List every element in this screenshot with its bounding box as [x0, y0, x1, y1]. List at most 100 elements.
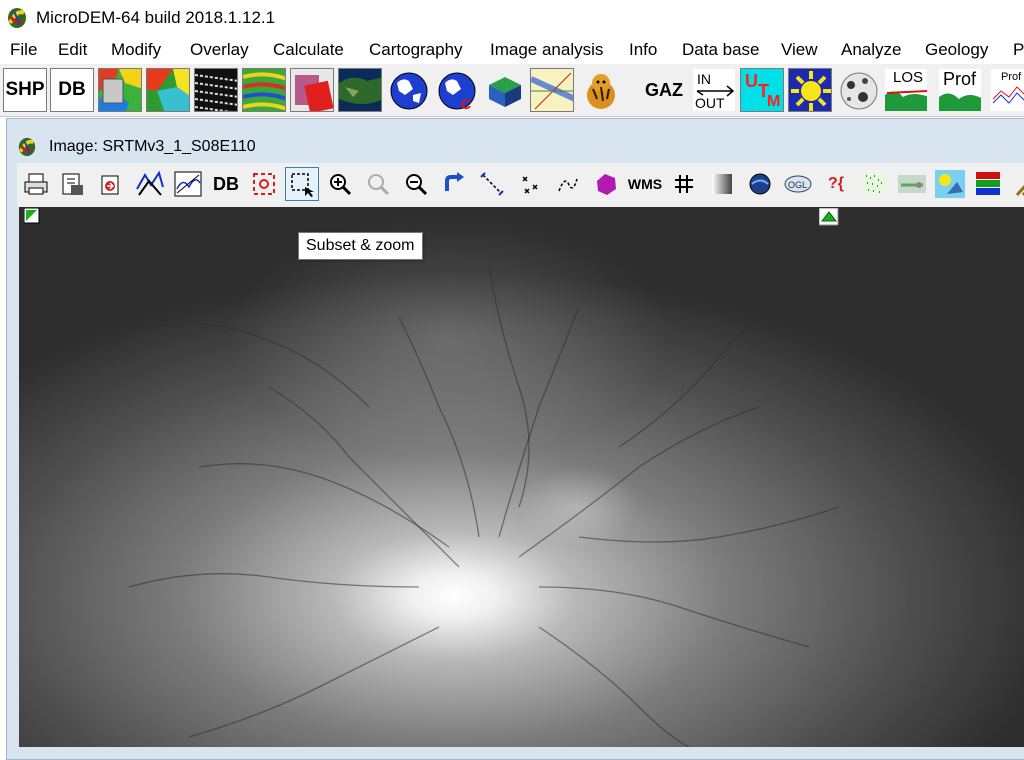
more-tools-button[interactable]	[1009, 167, 1024, 201]
globe-c-icon: C	[438, 72, 476, 112]
globe-c-button[interactable]: C	[434, 68, 478, 112]
scatter-points-icon	[522, 176, 538, 194]
copy-clipboard-icon	[101, 175, 119, 195]
wms-button[interactable]: WMS	[625, 167, 665, 201]
noise-texture-icon	[195, 69, 237, 111]
query-button[interactable]: ?{	[819, 167, 853, 201]
multi-profile-button[interactable]: Prof	[990, 68, 1024, 112]
moon-button[interactable]	[836, 68, 880, 112]
region-button[interactable]	[589, 167, 623, 201]
main-toolbar: SHP DB C GAZ IN OUT U T M LOS Prof Prof	[0, 64, 1024, 117]
copy-image-button[interactable]	[93, 167, 127, 201]
line-of-sight-icon	[885, 90, 927, 111]
landsat-button[interactable]	[338, 68, 382, 112]
tiger-button[interactable]	[578, 68, 622, 112]
contour-button[interactable]	[171, 167, 205, 201]
menu-data-base[interactable]: Data base	[682, 40, 760, 60]
subset-select-icon	[291, 173, 314, 197]
dem-image-canvas[interactable]	[19, 207, 1024, 747]
magnifier-icon	[368, 174, 390, 196]
stripes-button[interactable]	[242, 68, 286, 112]
database-overlay-button[interactable]: DB	[209, 167, 243, 201]
grid-icon	[675, 175, 693, 193]
menu-file[interactable]: File	[10, 40, 37, 60]
menu-edit[interactable]: Edit	[58, 40, 87, 60]
db-button[interactable]: DB	[50, 68, 94, 112]
block-diagram-icon	[489, 77, 521, 107]
menu-image-analysis[interactable]: Image analysis	[490, 40, 603, 60]
earth-sphere-icon	[749, 173, 771, 195]
world-globe-button[interactable]	[386, 68, 430, 112]
profile-icon	[939, 93, 981, 111]
utm-button[interactable]: U T M	[740, 68, 784, 112]
app-title-bar: MicroDEM-64 build 2018.1.12.1	[0, 0, 1024, 36]
open-image-button[interactable]	[146, 68, 190, 112]
dem-color-map-icon	[99, 69, 141, 111]
gazetteer-button[interactable]: GAZ	[642, 68, 686, 112]
menu-modify[interactable]: Modify	[111, 40, 161, 60]
subset-zoom-tooltip: Subset & zoom	[298, 232, 423, 260]
menu-view[interactable]: View	[781, 40, 818, 60]
los-button[interactable]: LOS	[884, 68, 928, 112]
point-cloud-button[interactable]	[857, 167, 891, 201]
redraw-button[interactable]	[437, 167, 471, 201]
profile-button[interactable]: Prof	[938, 68, 982, 112]
texture-button[interactable]	[194, 68, 238, 112]
landsat-scene-icon	[339, 69, 381, 111]
point-cloud-icon	[863, 173, 885, 195]
db-label: DB	[213, 173, 239, 194]
opengl-button[interactable]: OGL	[781, 167, 815, 201]
image-toolbar: DB WMS OGL ?{	[17, 163, 1024, 207]
utm-u: U	[745, 71, 758, 91]
menu-info[interactable]: Info	[629, 40, 657, 60]
in-out-button[interactable]: IN OUT	[692, 68, 736, 112]
utm-m: M	[767, 93, 781, 110]
menu-cartography[interactable]: Cartography	[369, 40, 463, 60]
sunshade-button[interactable]	[933, 167, 967, 201]
microdem-logo-icon	[8, 8, 26, 28]
satellite-button[interactable]	[290, 68, 334, 112]
shp-button[interactable]: SHP	[3, 68, 47, 112]
polygon-region-icon	[597, 174, 616, 195]
dem-hillshade-image	[19, 207, 1024, 747]
subset-zoom-button[interactable]	[285, 167, 319, 201]
image-window-titlebar: Image: SRTMv3_1_S08E110	[7, 119, 1024, 157]
menu-geology[interactable]: Geology	[925, 40, 988, 60]
menu-calculate[interactable]: Calculate	[273, 40, 344, 60]
menu-overlay[interactable]: Overlay	[190, 40, 249, 60]
zoom-in-icon	[330, 174, 352, 196]
menu-bar: File Edit Modify Overlay Calculate Carto…	[0, 36, 1024, 64]
menu-analyze[interactable]: Analyze	[841, 40, 901, 60]
striped-image-icon	[243, 69, 285, 111]
print-button[interactable]	[19, 167, 53, 201]
redraw-arrow-icon	[445, 172, 464, 191]
open-dem-button[interactable]	[98, 68, 142, 112]
zoom-out-button[interactable]	[399, 167, 433, 201]
zoom-out-icon	[406, 174, 428, 196]
layers-button[interactable]	[971, 167, 1005, 201]
app-title: MicroDEM-64 build 2018.1.12.1	[36, 8, 276, 27]
menu-overflow[interactable]: P	[1013, 40, 1024, 60]
points-button[interactable]	[513, 167, 547, 201]
save-image-button[interactable]	[55, 167, 89, 201]
color-terrain-icon	[147, 69, 189, 111]
full-extent-button[interactable]	[247, 167, 281, 201]
corner-marker-icon[interactable]	[24, 208, 40, 224]
sun-button[interactable]	[788, 68, 832, 112]
zoom-in-button[interactable]	[323, 167, 357, 201]
measure-distance-button[interactable]	[475, 167, 509, 201]
vector-overlay-button[interactable]	[133, 167, 167, 201]
full-extent-icon	[253, 173, 275, 195]
svg-text:C: C	[461, 96, 471, 112]
grayscale-gradient-icon	[712, 174, 732, 194]
grayscale-button[interactable]	[705, 167, 739, 201]
block-diagram-button[interactable]	[482, 68, 526, 112]
grid-button[interactable]	[667, 167, 701, 201]
north-arrow-icon[interactable]	[819, 208, 839, 226]
satellite-image-icon	[291, 69, 333, 111]
zoom-disabled-button[interactable]	[361, 167, 395, 201]
google-earth-button[interactable]	[743, 167, 777, 201]
lidar-button[interactable]	[895, 167, 929, 201]
route-button[interactable]	[551, 167, 585, 201]
map-overlay-button[interactable]	[530, 68, 574, 112]
